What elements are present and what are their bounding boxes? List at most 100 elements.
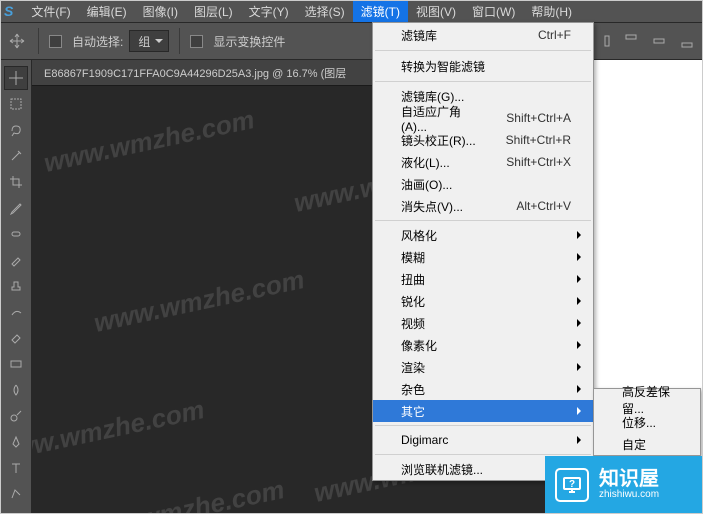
brand-title: 知识屋 [599,469,659,489]
brand-subtitle: zhishiwu.com [599,489,659,501]
menu-item-label: 液化(L)... [401,154,450,171]
submenu-arrow-icon [577,341,585,349]
filter-convert-smart[interactable]: 转换为智能滤镜 [373,54,593,78]
pen-tool[interactable] [4,430,28,454]
other-offset[interactable]: 位移... [594,411,700,433]
auto-select-label: 自动选择: [72,33,123,50]
gradient-tool[interactable] [4,352,28,376]
eraser-tool[interactable] [4,326,28,350]
filter-sharpen[interactable]: 锐化 [373,290,593,312]
other-highpass[interactable]: 高反差保留... [594,389,700,411]
menu-select[interactable]: 选择(S) [297,1,353,22]
options-bar: 自动选择: 组 显示变换控件 [0,22,703,60]
menu-layer[interactable]: 图层(L) [186,1,241,22]
auto-select-dropdown[interactable]: 组 [129,30,169,52]
menu-item-label: 风格化 [401,227,437,244]
watermark: www.wmzhe.com [71,474,287,514]
align-icon-5[interactable] [593,31,613,51]
move-tool[interactable] [4,66,28,90]
filter-lens-correction[interactable]: 镜头校正(R)... Shift+Ctrl+R [373,129,593,151]
brand-text: 知识屋 zhishiwu.com [599,469,659,501]
menu-filter[interactable]: 滤镜(T) [353,1,408,22]
marquee-tool[interactable] [4,92,28,116]
separator [38,28,39,54]
dodge-tool[interactable] [4,404,28,428]
menu-item-label: 滤镜库 [401,27,437,44]
eyedropper-tool[interactable] [4,196,28,220]
type-tool[interactable] [4,456,28,480]
history-brush-tool[interactable] [4,300,28,324]
other-custom[interactable]: 自定 [594,433,700,455]
filter-menu: 滤镜库 Ctrl+F 转换为智能滤镜 滤镜库(G)... 自适应广角(A)...… [372,22,594,481]
menu-separator [375,220,591,221]
align-icon-7[interactable] [649,31,669,51]
menu-view[interactable]: 视图(V) [408,1,464,22]
menu-window[interactable]: 窗口(W) [464,1,523,22]
watermark: www.wmzhe.com [32,394,207,469]
filter-adaptive-wide[interactable]: 自适应广角(A)...Shift+Ctrl+A [373,107,593,129]
menu-separator [375,50,591,51]
menu-item-label: 锐化 [401,293,425,310]
menu-image[interactable]: 图像(I) [135,1,186,22]
submenu-arrow-icon [577,253,585,261]
shortcut: Shift+Ctrl+X [482,155,571,169]
filter-last[interactable]: 滤镜库 Ctrl+F [373,23,593,47]
show-transform-checkbox[interactable] [190,35,203,48]
toolbox [0,60,32,514]
menu-separator [375,81,591,82]
move-tool-indicator[interactable] [6,30,28,52]
blur-tool[interactable] [4,378,28,402]
brush-tool[interactable] [4,248,28,272]
app-logo: S [4,3,13,19]
menu-item-label: 扭曲 [401,271,425,288]
lasso-tool[interactable] [4,118,28,142]
menu-file[interactable]: 文件(F) [23,1,78,22]
svg-text:?: ? [569,479,575,490]
menu-item-label: 位移... [622,414,656,431]
filter-other-submenu: 高反差保留... 位移... 自定 [593,388,701,456]
align-icon-8[interactable] [677,31,697,51]
menu-item-label: 浏览联机滤镜... [401,461,483,478]
filter-pixelate[interactable]: 像素化 [373,334,593,356]
auto-select-checkbox[interactable] [49,35,62,48]
menu-item-label: 渲染 [401,359,425,376]
menu-item-label: 视频 [401,315,425,332]
menubar: S 文件(F) 编辑(E) 图像(I) 图层(L) 文字(Y) 选择(S) 滤镜… [0,0,703,22]
menu-item-label: Digimarc [401,433,448,447]
menu-item-label: 杂色 [401,381,425,398]
wand-tool[interactable] [4,144,28,168]
path-tool[interactable] [4,482,28,506]
submenu-arrow-icon [577,275,585,283]
menu-help[interactable]: 帮助(H) [523,1,580,22]
filter-noise[interactable]: 杂色 [373,378,593,400]
filter-stylize[interactable]: 风格化 [373,224,593,246]
menu-item-label: 转换为智能滤镜 [401,58,485,75]
filter-oil-paint[interactable]: 油画(O)... [373,173,593,195]
crop-tool[interactable] [4,170,28,194]
filter-digimarc[interactable]: Digimarc [373,429,593,451]
filter-vanishing-point[interactable]: 消失点(V)...Alt+Ctrl+V [373,195,593,217]
stamp-tool[interactable] [4,274,28,298]
align-icon-6[interactable] [621,31,641,51]
filter-other[interactable]: 其它 [373,400,593,422]
menu-item-label: 油画(O)... [401,176,452,193]
submenu-arrow-icon [577,363,585,371]
submenu-arrow-icon [577,407,585,415]
shortcut: Shift+Ctrl+R [482,133,571,147]
submenu-arrow-icon [577,436,585,444]
brand-badge[interactable]: ? 知识屋 zhishiwu.com [545,456,703,514]
filter-blur[interactable]: 模糊 [373,246,593,268]
menu-type[interactable]: 文字(Y) [241,1,297,22]
filter-render[interactable]: 渲染 [373,356,593,378]
menu-item-label: 像素化 [401,337,437,354]
brand-monitor-icon: ? [555,468,589,502]
menu-separator [375,454,591,455]
filter-liquify[interactable]: 液化(L)... Shift+Ctrl+X [373,151,593,173]
submenu-arrow-icon [577,231,585,239]
filter-distort[interactable]: 扭曲 [373,268,593,290]
menu-item-label: 镜头校正(R)... [401,132,476,149]
menu-edit[interactable]: 编辑(E) [79,1,135,22]
filter-video[interactable]: 视频 [373,312,593,334]
menu-item-label: 自定 [622,436,646,453]
healing-tool[interactable] [4,222,28,246]
